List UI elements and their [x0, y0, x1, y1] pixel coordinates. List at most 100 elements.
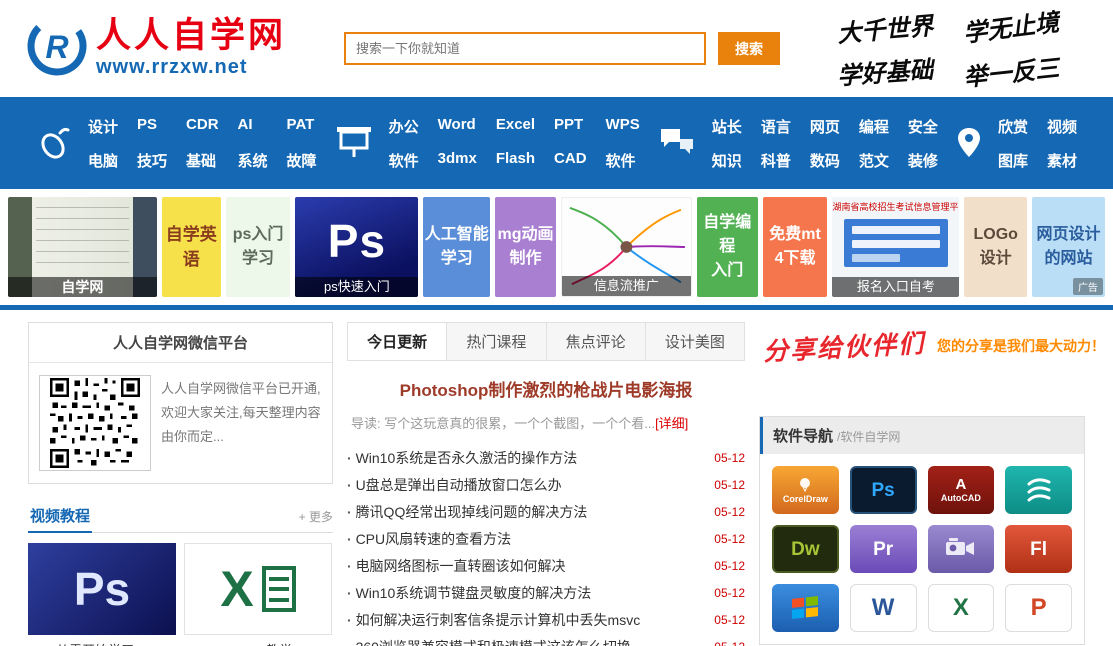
nav-link[interactable]: PS: [137, 116, 167, 137]
premiere-icon[interactable]: Pr: [850, 525, 917, 573]
banner-ps-intro[interactable]: ps入门 学习: [226, 197, 291, 297]
search-button[interactable]: 搜索: [718, 32, 780, 65]
detail-link[interactable]: [详细]: [655, 416, 688, 431]
news-title[interactable]: Win10系统调节键盘灵敏度的解决方法: [347, 583, 706, 603]
banner-label: 设计: [973, 247, 1017, 271]
tab-today-updates[interactable]: 今日更新: [348, 323, 446, 360]
nav-link[interactable]: Word: [438, 116, 477, 137]
powerpoint-icon[interactable]: P: [1005, 584, 1072, 632]
news-item: 如何解决运行刺客信条提示计算机中丢失msvc 05-12: [347, 606, 745, 633]
nav-link[interactable]: 系统: [238, 150, 268, 171]
nav-link[interactable]: 电脑: [88, 150, 118, 171]
nav-link[interactable]: 范文: [859, 150, 889, 171]
nav-link[interactable]: 安全: [908, 116, 938, 137]
news-title[interactable]: 腾讯QQ经常出现掉线问题的解决方法: [347, 502, 706, 522]
teal-app-icon[interactable]: [1005, 466, 1072, 514]
site-logo[interactable]: R 人人自学网 www.rrzxw.net: [26, 15, 286, 82]
banner-web-design[interactable]: 网页设计 的网站 广告: [1032, 197, 1105, 297]
banner-caption: 信息流推广: [562, 276, 691, 296]
news-item: 电脑网络图标一直转圈该如何解决 05-12: [347, 552, 745, 579]
nav-link[interactable]: 视频: [1047, 116, 1077, 137]
nav-link[interactable]: 办公: [389, 116, 419, 137]
windows-icon[interactable]: [772, 584, 839, 632]
tab-hot-courses[interactable]: 热门课程: [446, 323, 545, 360]
nav-link[interactable]: 科普: [761, 150, 791, 171]
news-title[interactable]: U盘总是弹出自动播放窗口怎么办: [347, 475, 706, 495]
nav-group-webmaster: 站长 语言 网页 编程 安全 知识 科普 数码 范文 装修: [658, 116, 938, 171]
more-link[interactable]: + 更多: [299, 508, 333, 525]
windows-flag-glyph: [791, 595, 819, 621]
tab-focus-comments[interactable]: 焦点评论: [546, 323, 645, 360]
nav-link[interactable]: AI: [238, 116, 268, 137]
banner-caption: 报名入口自考: [832, 277, 959, 297]
news-title[interactable]: 如何解决运行刺客信条提示计算机中丢失msvc: [347, 610, 706, 630]
banner-ai-learning[interactable]: 人工智能 学习: [423, 197, 490, 297]
nav-link[interactable]: Flash: [496, 150, 535, 171]
main-content: 人人自学网微信平台: [0, 310, 1113, 646]
news-title[interactable]: CPU风扇转速的查看方法: [347, 529, 706, 549]
banner-ps-quickstart[interactable]: Ps ps快速入门: [295, 197, 418, 297]
nav-link[interactable]: 设计: [88, 116, 118, 137]
software-nav-header: 软件导航 /软件自学网: [760, 417, 1084, 454]
news-title[interactable]: Win10系统是否永久激活的操作方法: [347, 448, 706, 468]
banner-label: 制作: [498, 247, 554, 271]
excel-icon[interactable]: X: [928, 584, 995, 632]
wechat-panel: 人人自学网微信平台: [28, 322, 333, 484]
banner-mg-animation[interactable]: mg动画 制作: [495, 197, 556, 297]
wechat-description: 人人自学网微信平台已开通,欢迎大家关注,每天整理内容由你而定...: [161, 375, 322, 471]
nav-link[interactable]: 网页: [810, 116, 840, 137]
coreldraw-icon[interactable]: CorelDraw: [772, 466, 839, 514]
nav-link[interactable]: 软件: [389, 150, 419, 171]
balloon-glyph: [797, 477, 813, 493]
banner-label: ps入门: [233, 223, 284, 247]
nav-link[interactable]: 知识: [712, 150, 742, 171]
nav-link[interactable]: 素材: [1047, 150, 1077, 171]
nav-link[interactable]: CAD: [554, 150, 587, 171]
nav-link[interactable]: PPT: [554, 116, 587, 137]
video-camera-icon[interactable]: [928, 525, 995, 573]
news-item: Win10系统调节键盘灵敏度的解决方法 05-12: [347, 579, 745, 606]
news-tabs: 今日更新 热门课程 焦点评论 设计美图: [347, 322, 745, 361]
nav-link[interactable]: 装修: [908, 150, 938, 171]
nav-link[interactable]: 站长: [712, 116, 742, 137]
banner-exam-signup[interactable]: 湖南省高校招生考试信息管理平台 报名入口自考: [832, 197, 959, 297]
banner-zixuewang[interactable]: 自学网: [8, 197, 157, 297]
flash-icon[interactable]: Fl: [1005, 525, 1072, 573]
nav-link[interactable]: CDR: [186, 116, 219, 137]
nav-link[interactable]: 语言: [761, 116, 791, 137]
video-item-ps[interactable]: Ps 从零开始学习ps: [28, 543, 176, 646]
nav-link[interactable]: 编程: [859, 116, 889, 137]
featured-lead: 导读: 写个这玩意真的很累，一个个截图，一个个看...[详细]: [351, 413, 741, 432]
photoshop-icon[interactable]: Ps: [850, 466, 917, 514]
nav-link[interactable]: 欣赏: [998, 116, 1028, 137]
tab-design-gallery[interactable]: 设计美图: [645, 323, 744, 360]
nav-link[interactable]: Excel: [496, 116, 535, 137]
icon-label: Fl: [1030, 540, 1047, 559]
dreamweaver-icon[interactable]: Dw: [772, 525, 839, 573]
nav-link[interactable]: 数码: [810, 150, 840, 171]
nav-link[interactable]: 基础: [186, 150, 219, 171]
banner-logo-design[interactable]: LOGo 设计: [964, 197, 1027, 297]
featured-article-title[interactable]: Photoshop制作激烈的枪战片电影海报: [351, 376, 741, 401]
banner-english[interactable]: 自学英语: [162, 197, 221, 297]
nav-link[interactable]: PAT: [287, 116, 317, 137]
banner-coding[interactable]: 自学编程 入门: [697, 197, 758, 297]
banner-info-flow[interactable]: 信息流推广: [561, 197, 692, 297]
news-title[interactable]: 电脑网络图标一直转圈该如何解决: [347, 556, 706, 576]
nav-link[interactable]: 3dmx: [438, 150, 477, 171]
autocad-icon[interactable]: A AutoCAD: [928, 466, 995, 514]
wechat-qr-code: [39, 375, 151, 471]
banner-label: 的网站: [1037, 247, 1101, 271]
nav-link[interactable]: 图库: [998, 150, 1028, 171]
nav-link[interactable]: WPS: [606, 116, 640, 137]
nav-link[interactable]: 技巧: [137, 150, 167, 171]
video-item-excel[interactable]: X EXCEL教学: [184, 543, 332, 646]
news-title[interactable]: 360浏览器兼容模式和极速模式这该怎么切换: [347, 637, 706, 646]
nav-link[interactable]: 故障: [287, 150, 317, 171]
banner-mt4[interactable]: 免费mt 4下载: [763, 197, 828, 297]
word-icon[interactable]: W: [850, 584, 917, 632]
search-input[interactable]: [344, 32, 706, 65]
news-date: 05-12: [714, 640, 745, 646]
banner-label: 入门: [697, 259, 758, 283]
nav-link[interactable]: 软件: [606, 150, 640, 171]
